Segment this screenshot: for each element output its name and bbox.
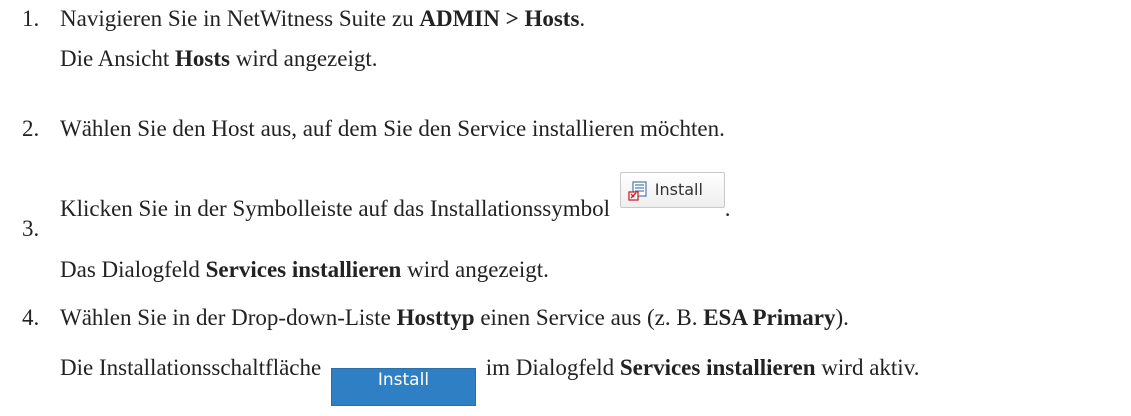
dropdown-name: Hosttyp xyxy=(396,305,475,330)
step-number: 2. xyxy=(22,116,40,141)
step-result: Die Installationsschaltfläche Install im… xyxy=(60,355,919,406)
step-number: 1. xyxy=(22,6,40,31)
view-name: Hosts xyxy=(175,46,230,71)
dialog-name: Services installieren xyxy=(619,355,816,380)
menu-path: ADMIN > Hosts xyxy=(419,6,580,31)
service-example: ESA Primary xyxy=(703,305,836,330)
step-result: Die Ansicht Hosts wird angezeigt. xyxy=(60,46,378,71)
install-icon xyxy=(628,181,647,201)
install-toolbar-button[interactable]: Install xyxy=(619,172,725,208)
step-number: 3. xyxy=(22,216,40,241)
install-toolbar-label: Install xyxy=(654,180,703,199)
step-text: Klicken Sie in der Symbolleiste auf das … xyxy=(60,172,731,222)
install-primary-button[interactable]: Install xyxy=(330,368,476,406)
step-text: Wählen Sie in der Drop-down-Liste Hostty… xyxy=(60,305,849,330)
step-text: Navigieren Sie in NetWitness Suite zu AD… xyxy=(60,6,586,31)
step-text: Wählen Sie den Host aus, auf dem Sie den… xyxy=(60,116,725,141)
step-number: 4. xyxy=(22,305,40,330)
step-result: Das Dialogfeld Services installieren wir… xyxy=(60,257,549,282)
dialog-name: Services installieren xyxy=(205,257,402,282)
